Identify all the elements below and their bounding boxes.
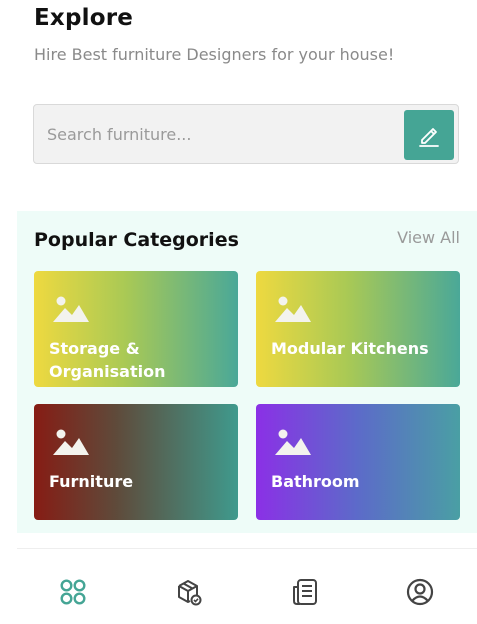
search-input[interactable] [47, 122, 387, 146]
popular-categories-section: Popular Categories View All Storage & Or… [17, 211, 477, 533]
image-icon [275, 296, 311, 322]
category-card-modular-kitchens[interactable]: Modular Kitchens [256, 271, 460, 387]
pencil-icon [419, 128, 439, 147]
explore-screen: Explore Hire Best furniture Designers fo… [0, 0, 477, 624]
section-title: Popular Categories [34, 229, 239, 251]
page-title: Explore [34, 5, 134, 31]
view-all-link[interactable]: View All [397, 228, 460, 247]
search-bar [33, 104, 459, 164]
category-card-bathroom[interactable]: Bathroom [256, 404, 460, 520]
package-icon [178, 580, 202, 606]
nav-item-explore[interactable] [56, 575, 90, 609]
document-list-icon [293, 579, 317, 605]
category-label: Bathroom [271, 472, 360, 491]
nav-item-profile[interactable] [403, 575, 437, 609]
page-subtitle: Hire Best furniture Designers for your h… [34, 45, 395, 64]
category-label: Storage & Organisation [49, 339, 166, 381]
category-card-furniture[interactable]: Furniture [34, 404, 238, 520]
image-icon [53, 296, 89, 322]
bottom-nav [0, 564, 477, 620]
image-icon [275, 429, 311, 455]
category-card-storage[interactable]: Storage & Organisation [34, 271, 238, 387]
nav-item-documents[interactable] [288, 575, 322, 609]
search-button[interactable] [404, 110, 454, 160]
image-icon [53, 429, 89, 455]
divider [17, 548, 477, 549]
nav-item-orders[interactable] [172, 575, 206, 609]
profile-icon [406, 578, 434, 606]
grid-icon [60, 579, 86, 605]
category-label: Modular Kitchens [271, 339, 429, 358]
category-label: Furniture [49, 472, 134, 491]
